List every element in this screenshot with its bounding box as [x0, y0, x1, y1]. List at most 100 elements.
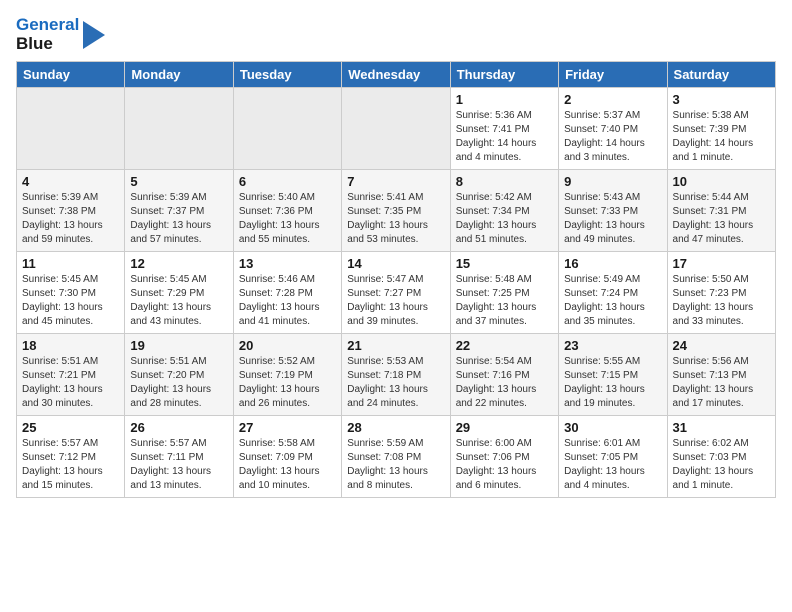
calendar-cell: 7 Sunrise: 5:41 AMSunset: 7:35 PMDaylight…	[342, 170, 450, 252]
day-info: Sunrise: 5:57 AMSunset: 7:11 PMDaylight:…	[130, 437, 227, 493]
day-info: Sunrise: 5:46 AMSunset: 7:28 PMDaylight:…	[239, 273, 336, 329]
calendar-cell: 24 Sunrise: 5:56 AMSunset: 7:13 PMDayligh…	[667, 334, 775, 416]
day-info: Sunrise: 5:44 AMSunset: 7:31 PMDaylight:…	[673, 191, 770, 247]
day-info: Sunrise: 5:47 AMSunset: 7:27 PMDaylight:…	[347, 273, 444, 329]
calendar-cell: 28Sunrise: 5:59 AMSunset: 7:08 PMDayligh…	[342, 416, 450, 498]
day-number: 16	[564, 256, 661, 271]
calendar-cell: 10 Sunrise: 5:44 AMSunset: 7:31 PMDayligh…	[667, 170, 775, 252]
day-info: Sunrise: 5:38 AMSunset: 7:39 PMDaylight:…	[673, 109, 770, 165]
day-number: 12	[130, 256, 227, 271]
calendar-cell: 21 Sunrise: 5:53 AMSunset: 7:18 PMDayligh…	[342, 334, 450, 416]
day-number: 10	[673, 174, 770, 189]
calendar-cell: 12 Sunrise: 5:45 AMSunset: 7:29 PMDayligh…	[125, 252, 233, 334]
calendar-cell: 8 Sunrise: 5:42 AMSunset: 7:34 PMDaylight…	[450, 170, 558, 252]
day-info: Sunrise: 6:01 AMSunset: 7:05 PMDaylight:…	[564, 437, 661, 493]
day-number: 29	[456, 420, 553, 435]
day-number: 6	[239, 174, 336, 189]
day-info: Sunrise: 5:52 AMSunset: 7:19 PMDaylight:…	[239, 355, 336, 411]
day-number: 30	[564, 420, 661, 435]
day-info: Sunrise: 5:54 AMSunset: 7:16 PMDaylight:…	[456, 355, 553, 411]
calendar-cell: 25 Sunrise: 5:57 AMSunset: 7:12 PMDayligh…	[17, 416, 125, 498]
day-info: Sunrise: 5:42 AMSunset: 7:34 PMDaylight:…	[456, 191, 553, 247]
weekday-header-sunday: Sunday	[17, 62, 125, 88]
day-number: 5	[130, 174, 227, 189]
day-number: 7	[347, 174, 444, 189]
day-number: 4	[22, 174, 119, 189]
day-info: Sunrise: 5:51 AMSunset: 7:20 PMDaylight:…	[130, 355, 227, 411]
day-info: Sunrise: 6:00 AMSunset: 7:06 PMDaylight:…	[456, 437, 553, 493]
calendar-cell: 22 Sunrise: 5:54 AMSunset: 7:16 PMDayligh…	[450, 334, 558, 416]
day-info: Sunrise: 5:37 AMSunset: 7:40 PMDaylight:…	[564, 109, 661, 165]
day-number: 8	[456, 174, 553, 189]
day-number: 28	[347, 420, 444, 435]
calendar-cell	[342, 88, 450, 170]
day-number: 21	[347, 338, 444, 353]
weekday-header-row: SundayMondayTuesdayWednesdayThursdayFrid…	[17, 62, 776, 88]
logo-wrapper: General Blue	[16, 16, 105, 53]
calendar-cell: 14 Sunrise: 5:47 AMSunset: 7:27 PMDayligh…	[342, 252, 450, 334]
day-info: Sunrise: 5:57 AMSunset: 7:12 PMDaylight:…	[22, 437, 119, 493]
calendar-cell	[17, 88, 125, 170]
day-number: 23	[564, 338, 661, 353]
calendar-table: SundayMondayTuesdayWednesdayThursdayFrid…	[16, 61, 776, 498]
weekday-header-monday: Monday	[125, 62, 233, 88]
day-info: Sunrise: 5:45 AMSunset: 7:29 PMDaylight:…	[130, 273, 227, 329]
weekday-header-saturday: Saturday	[667, 62, 775, 88]
day-number: 20	[239, 338, 336, 353]
day-number: 24	[673, 338, 770, 353]
day-info: Sunrise: 5:36 AMSunset: 7:41 PMDaylight:…	[456, 109, 553, 165]
calendar-cell: 1 Sunrise: 5:36 AMSunset: 7:41 PMDaylight…	[450, 88, 558, 170]
day-info: Sunrise: 5:49 AMSunset: 7:24 PMDaylight:…	[564, 273, 661, 329]
day-number: 22	[456, 338, 553, 353]
day-number: 15	[456, 256, 553, 271]
calendar-cell: 5 Sunrise: 5:39 AMSunset: 7:37 PMDaylight…	[125, 170, 233, 252]
day-info: Sunrise: 5:58 AMSunset: 7:09 PMDaylight:…	[239, 437, 336, 493]
calendar-cell: 15 Sunrise: 5:48 AMSunset: 7:25 PMDayligh…	[450, 252, 558, 334]
day-number: 11	[22, 256, 119, 271]
day-number: 25	[22, 420, 119, 435]
day-info: Sunrise: 5:45 AMSunset: 7:30 PMDaylight:…	[22, 273, 119, 329]
day-info: Sunrise: 5:56 AMSunset: 7:13 PMDaylight:…	[673, 355, 770, 411]
calendar-cell: 19 Sunrise: 5:51 AMSunset: 7:20 PMDayligh…	[125, 334, 233, 416]
logo-text: General Blue	[16, 16, 105, 53]
day-number: 19	[130, 338, 227, 353]
day-info: Sunrise: 5:48 AMSunset: 7:25 PMDaylight:…	[456, 273, 553, 329]
day-info: Sunrise: 5:39 AMSunset: 7:38 PMDaylight:…	[22, 191, 119, 247]
calendar-cell: 31Sunrise: 6:02 AMSunset: 7:03 PMDayligh…	[667, 416, 775, 498]
day-info: Sunrise: 5:43 AMSunset: 7:33 PMDaylight:…	[564, 191, 661, 247]
calendar-cell: 29 Sunrise: 6:00 AMSunset: 7:06 PMDayligh…	[450, 416, 558, 498]
calendar-cell: 20 Sunrise: 5:52 AMSunset: 7:19 PMDayligh…	[233, 334, 341, 416]
weekday-header-thursday: Thursday	[450, 62, 558, 88]
header: General Blue	[16, 16, 776, 53]
calendar-cell: 18Sunrise: 5:51 AMSunset: 7:21 PMDayligh…	[17, 334, 125, 416]
day-info: Sunrise: 5:41 AMSunset: 7:35 PMDaylight:…	[347, 191, 444, 247]
weekday-header-tuesday: Tuesday	[233, 62, 341, 88]
calendar-cell: 30 Sunrise: 6:01 AMSunset: 7:05 PMDayligh…	[559, 416, 667, 498]
day-info: Sunrise: 5:39 AMSunset: 7:37 PMDaylight:…	[130, 191, 227, 247]
week-row-3: 11 Sunrise: 5:45 AMSunset: 7:30 PMDayligh…	[17, 252, 776, 334]
day-number: 18	[22, 338, 119, 353]
week-row-4: 18Sunrise: 5:51 AMSunset: 7:21 PMDayligh…	[17, 334, 776, 416]
week-row-5: 25 Sunrise: 5:57 AMSunset: 7:12 PMDayligh…	[17, 416, 776, 498]
day-info: Sunrise: 5:53 AMSunset: 7:18 PMDaylight:…	[347, 355, 444, 411]
calendar-cell: 11 Sunrise: 5:45 AMSunset: 7:30 PMDayligh…	[17, 252, 125, 334]
calendar-cell: 13 Sunrise: 5:46 AMSunset: 7:28 PMDayligh…	[233, 252, 341, 334]
weekday-header-friday: Friday	[559, 62, 667, 88]
day-info: Sunrise: 5:55 AMSunset: 7:15 PMDaylight:…	[564, 355, 661, 411]
calendar-cell: 17Sunrise: 5:50 AMSunset: 7:23 PMDayligh…	[667, 252, 775, 334]
day-number: 26	[130, 420, 227, 435]
day-number: 1	[456, 92, 553, 107]
logo-area: General Blue	[16, 16, 105, 53]
week-row-2: 4 Sunrise: 5:39 AMSunset: 7:38 PMDaylight…	[17, 170, 776, 252]
day-number: 13	[239, 256, 336, 271]
day-number: 17	[673, 256, 770, 271]
calendar-cell: 4 Sunrise: 5:39 AMSunset: 7:38 PMDaylight…	[17, 170, 125, 252]
calendar-cell	[125, 88, 233, 170]
day-number: 9	[564, 174, 661, 189]
calendar-cell: 26 Sunrise: 5:57 AMSunset: 7:11 PMDayligh…	[125, 416, 233, 498]
calendar-cell: 23 Sunrise: 5:55 AMSunset: 7:15 PMDayligh…	[559, 334, 667, 416]
calendar-cell: 27Sunrise: 5:58 AMSunset: 7:09 PMDayligh…	[233, 416, 341, 498]
day-number: 31	[673, 420, 770, 435]
week-row-1: 1 Sunrise: 5:36 AMSunset: 7:41 PMDaylight…	[17, 88, 776, 170]
day-number: 14	[347, 256, 444, 271]
